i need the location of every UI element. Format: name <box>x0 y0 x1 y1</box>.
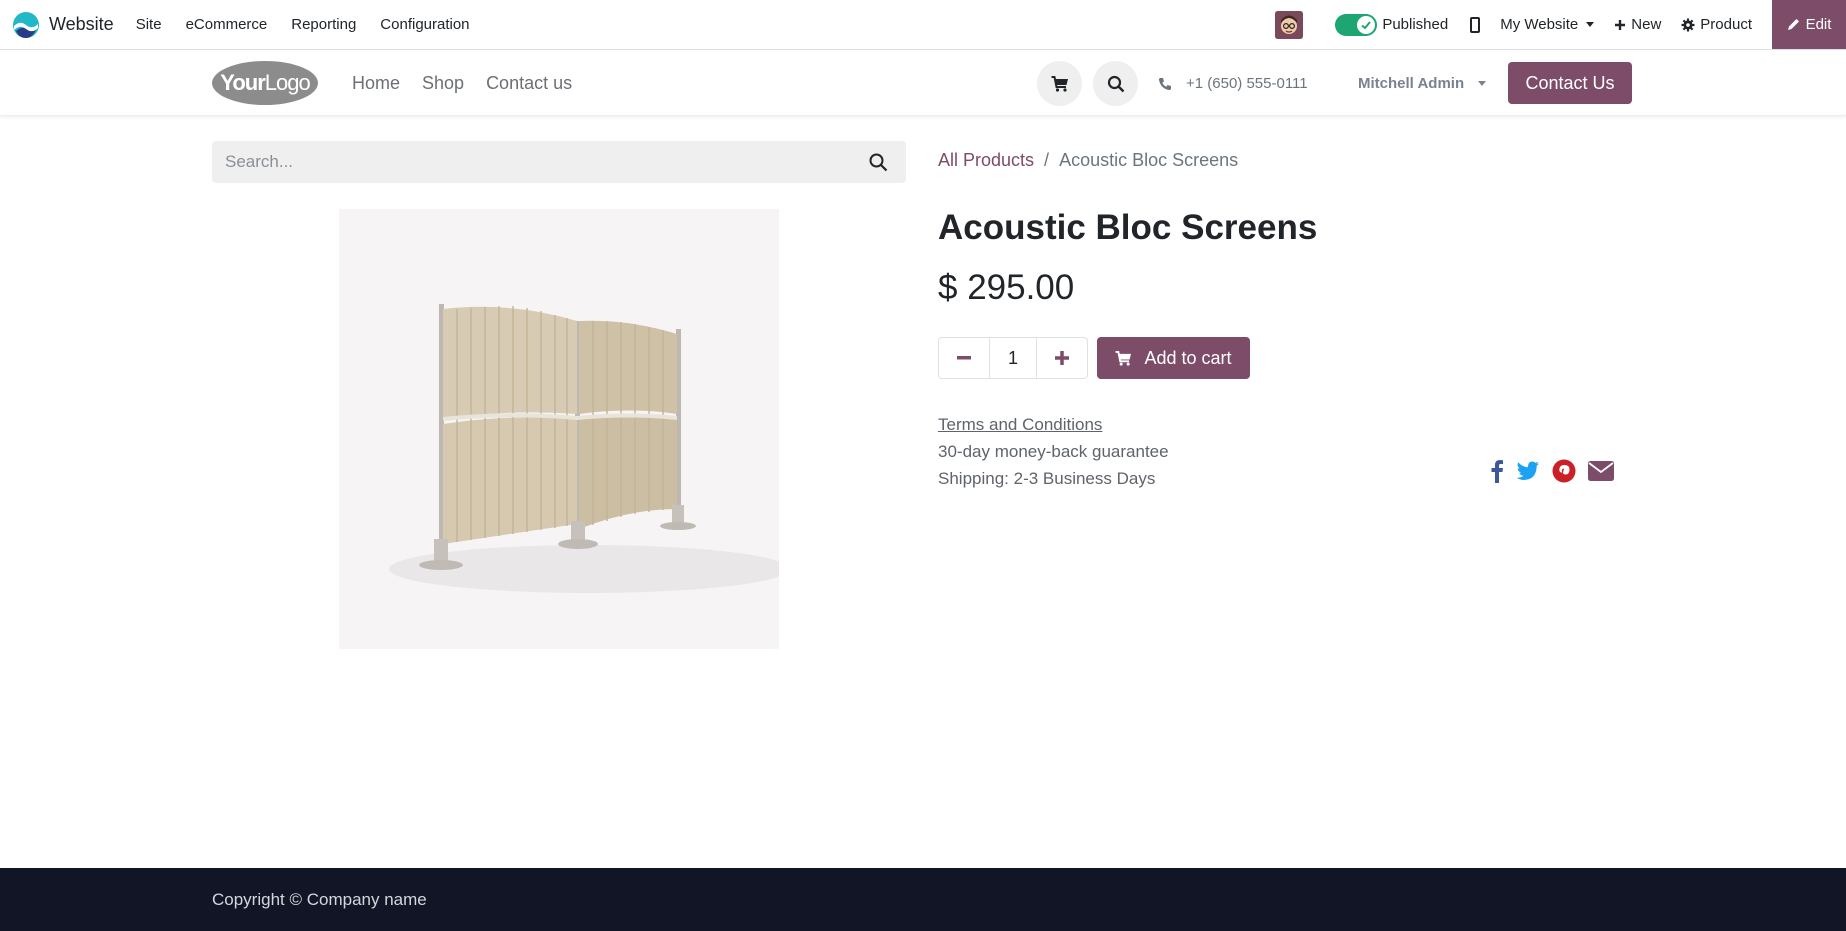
shipping-text: Shipping: 2-3 Business Days <box>938 469 1156 488</box>
breadcrumb: All Products / Acoustic Bloc Screens <box>938 150 1238 171</box>
contact-us-button[interactable]: Contact Us <box>1508 62 1632 104</box>
terms-link[interactable]: Terms and Conditions <box>938 411 1169 438</box>
admin-menu: Site eCommerce Reporting Configuration <box>124 16 482 33</box>
edit-label: Edit <box>1805 16 1832 33</box>
quantity-increase-button[interactable] <box>1037 338 1087 378</box>
copyright-text: Copyright © Company name <box>212 890 427 909</box>
check-icon <box>1357 15 1376 34</box>
admin-top-bar: Website Site eCommerce Reporting Configu… <box>0 0 1846 50</box>
twitter-icon[interactable] <box>1516 461 1540 486</box>
quantity-decrease-button[interactable] <box>939 338 989 378</box>
breadcrumb-current: Acoustic Bloc Screens <box>1059 150 1239 170</box>
search-icon <box>1107 75 1124 92</box>
product-button[interactable]: Product <box>1681 16 1752 33</box>
pinterest-icon[interactable] <box>1552 459 1576 488</box>
product-label: Product <box>1700 16 1752 33</box>
user-name: Mitchell Admin <box>1358 75 1465 92</box>
published-toggle[interactable] <box>1335 13 1378 36</box>
facebook-icon[interactable] <box>1490 459 1504 488</box>
my-website-dropdown[interactable]: My Website <box>1500 16 1595 33</box>
site-header: Your Logo Home Shop Contact us +1 (650) 5… <box>0 51 1846 116</box>
guarantee-text: 30-day money-back guarantee <box>938 442 1169 461</box>
menu-reporting[interactable]: Reporting <box>279 16 368 33</box>
breadcrumb-separator: / <box>1044 150 1050 170</box>
caret-down-icon <box>1478 81 1487 86</box>
breadcrumb-all-products[interactable]: All Products <box>938 150 1034 171</box>
product-title: Acoustic Bloc Screens <box>938 208 1318 247</box>
product-image[interactable] <box>339 209 789 649</box>
new-label: New <box>1631 16 1662 33</box>
add-to-cart-button[interactable]: Add to cart <box>1097 337 1250 379</box>
menu-ecommerce[interactable]: eCommerce <box>174 16 280 33</box>
footer: Copyright © Company name <box>0 868 1846 931</box>
search-submit-button[interactable] <box>868 152 888 172</box>
app-name[interactable]: Website <box>49 14 114 35</box>
logo-text-light: Logo <box>264 70 311 95</box>
nav-home[interactable]: Home <box>340 73 410 94</box>
quantity-stepper: 1 <box>938 337 1088 379</box>
plus-icon <box>1615 19 1626 30</box>
cart-button[interactable] <box>1037 61 1082 106</box>
plus-icon <box>1055 351 1069 365</box>
product-price: $ 295.00 <box>938 268 1075 307</box>
search-input[interactable] <box>212 141 832 183</box>
menu-configuration[interactable]: Configuration <box>368 16 481 33</box>
cart-icon <box>1116 350 1132 366</box>
product-info: Terms and Conditions 30-day money-back g… <box>938 411 1169 492</box>
user-dropdown[interactable]: Mitchell Admin <box>1358 51 1487 116</box>
envelope-icon[interactable] <box>1588 461 1614 486</box>
logo-text-bold: Your <box>220 70 265 95</box>
phone-link[interactable]: +1 (650) 555-0111 <box>1158 51 1308 116</box>
pencil-icon <box>1787 19 1799 30</box>
site-nav: Home Shop Contact us <box>340 51 582 116</box>
product-search-box <box>212 141 906 183</box>
gear-icon <box>1681 18 1695 31</box>
edit-button[interactable]: Edit <box>1772 0 1846 49</box>
website-app-icon[interactable] <box>12 11 40 39</box>
site-logo[interactable]: Your Logo <box>212 61 318 105</box>
user-avatar[interactable] <box>1275 10 1304 39</box>
nav-shop[interactable]: Shop <box>410 73 474 94</box>
nav-contact-us[interactable]: Contact us <box>474 73 582 94</box>
minus-icon <box>957 356 971 360</box>
add-to-cart-label: Add to cart <box>1144 347 1232 368</box>
quantity-input[interactable]: 1 <box>989 338 1037 378</box>
phone-number: +1 (650) 555-0111 <box>1186 75 1308 92</box>
mobile-preview-icon[interactable] <box>1470 16 1481 33</box>
my-website-label: My Website <box>1500 16 1579 33</box>
phone-icon <box>1158 77 1171 90</box>
new-button[interactable]: New <box>1614 16 1661 33</box>
cart-icon <box>1051 75 1068 92</box>
share-links <box>1490 459 1614 488</box>
published-label[interactable]: Published <box>1382 16 1448 33</box>
menu-site[interactable]: Site <box>124 16 174 33</box>
caret-down-icon <box>1586 22 1595 27</box>
search-icon <box>869 153 888 172</box>
header-search-button[interactable] <box>1093 61 1138 106</box>
